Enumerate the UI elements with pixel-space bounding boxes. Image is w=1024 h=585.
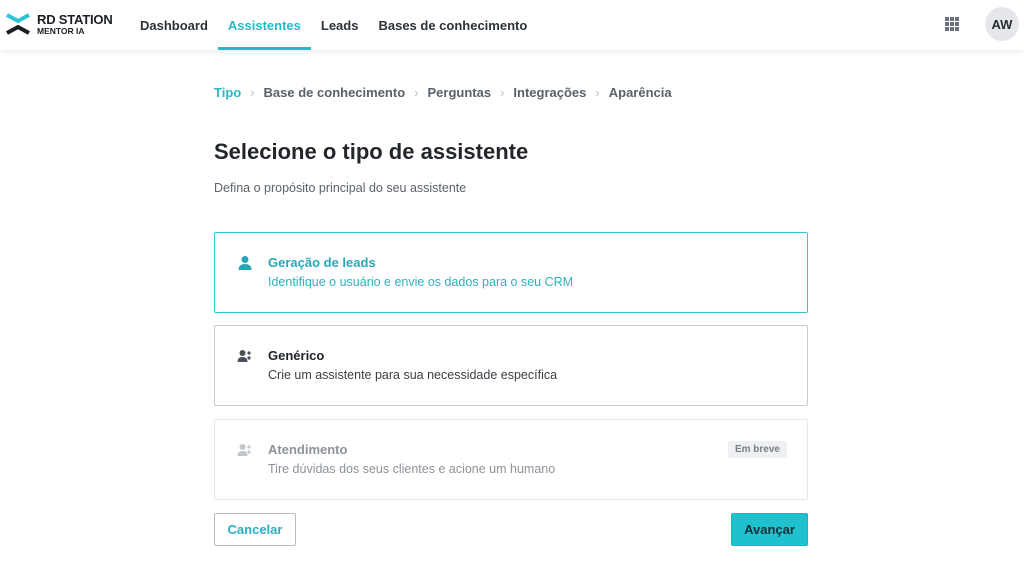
option-title: Genérico [268,348,325,363]
brand-line-2: MENTOR IA [37,25,85,36]
next-button[interactable]: Avançar [731,513,808,546]
chevron-right-icon: › [250,85,255,100]
brand-text: RD STATION MENTOR IA [37,13,113,36]
page-subtitle: Defina o propósito principal do seu assi… [214,181,467,195]
users-icon [237,350,251,362]
page-title: Selecione o tipo de assistente [214,139,529,164]
option-card-atendimento: Atendimento Tire dúvidas dos seus client… [214,419,808,500]
top-navigation-bar: RD STATION MENTOR IA Dashboard Assistent… [0,0,1024,50]
step-aparencia[interactable]: Aparência [609,85,672,100]
nav-item-leads[interactable]: Leads [311,0,369,50]
step-integracoes[interactable]: Integrações [513,85,586,100]
option-title: Atendimento [268,442,348,457]
apps-grid-icon[interactable] [945,17,959,31]
brand-logo[interactable]: RD STATION MENTOR IA [5,11,113,37]
chevron-right-icon: › [500,85,505,100]
rd-station-logo-icon [6,13,30,35]
user-icon [238,256,252,270]
step-tipo[interactable]: Tipo [214,85,241,100]
option-card-geracao-de-leads[interactable]: Geração de leads Identifique o usuário e… [214,232,808,313]
wizard-steps-breadcrumb: Tipo › Base de conhecimento › Perguntas … [214,85,672,100]
chevron-right-icon: › [595,85,600,100]
nav-item-assistentes[interactable]: Assistentes [217,0,311,50]
nav-item-dashboard[interactable]: Dashboard [130,0,218,50]
option-description: Identifique o usuário e envie os dados p… [268,275,574,289]
brand-line-1: RD STATION [37,11,113,27]
users-icon [237,444,251,456]
chevron-right-icon: › [414,85,419,100]
option-description: Crie um assistente para sua necessidade … [268,368,558,382]
user-avatar[interactable]: AW [985,7,1019,41]
option-title: Geração de leads [268,255,376,270]
coming-soon-badge: Em breve [727,441,787,458]
option-card-generico[interactable]: Genérico Crie um assistente para sua nec… [214,325,808,406]
nav-item-bases-de-conhecimento[interactable]: Bases de conhecimento [368,0,537,50]
main-nav: Dashboard Assistentes Leads Bases de con… [130,0,537,50]
cancel-button[interactable]: Cancelar [214,513,296,546]
option-description: Tire dúvidas dos seus clientes e acione … [268,462,556,476]
step-base-de-conhecimento[interactable]: Base de conhecimento [264,85,406,100]
step-perguntas[interactable]: Perguntas [428,85,492,100]
